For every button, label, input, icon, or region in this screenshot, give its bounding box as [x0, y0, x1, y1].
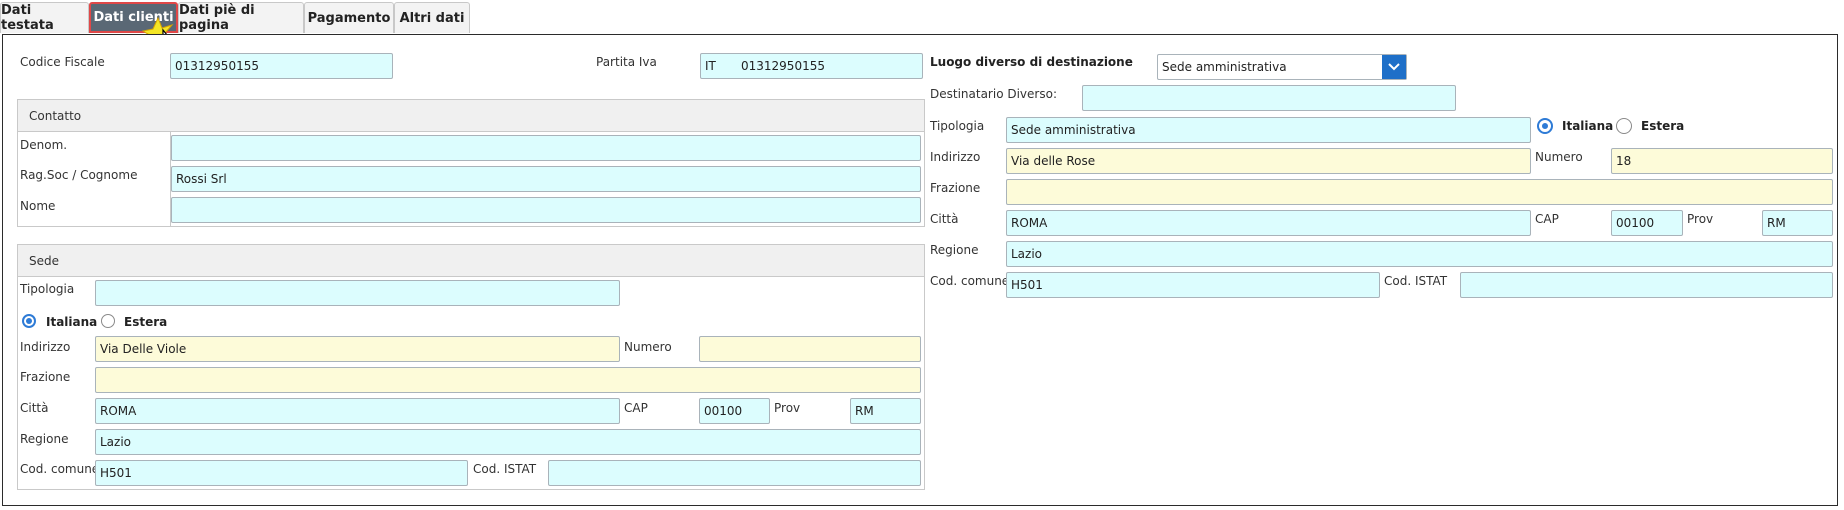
sede-cod-comune-label: Cod. comune [20, 462, 100, 476]
nome-label: Nome [20, 199, 56, 213]
sede-prov-input[interactable] [850, 398, 921, 424]
ragsoc-input[interactable] [171, 166, 921, 192]
sede-numero-label: Numero [624, 340, 672, 354]
luogo-destinazione-value: Sede amministrativa [1162, 60, 1287, 74]
dest-numero-input[interactable] [1611, 148, 1833, 174]
dest-prov-input[interactable] [1762, 210, 1833, 236]
tab-dati-testata[interactable]: Dati testata [0, 2, 89, 33]
dest-cod-istat-label: Cod. ISTAT [1384, 274, 1448, 288]
sede-frazione-label: Frazione [20, 370, 71, 384]
dest-frazione-input[interactable] [1006, 179, 1833, 205]
sede-radio-estera[interactable] [101, 314, 115, 328]
destinatario-diverso-label: Destinatario Diverso: [930, 87, 1057, 101]
sede-cod-istat-input[interactable] [548, 460, 921, 486]
sede-citta-input[interactable] [95, 398, 620, 424]
sede-cap-label: CAP [624, 401, 648, 415]
sede-cod-istat-label: Cod. ISTAT [473, 462, 537, 476]
nome-input[interactable] [171, 197, 921, 223]
dest-cod-comune-label: Cod. comune [930, 274, 1010, 288]
sede-frazione-input[interactable] [95, 367, 921, 393]
sede-tipologia-input[interactable] [95, 280, 620, 306]
sede-cap-input[interactable] [699, 398, 770, 424]
dest-radio-italiana-label: Italiana [1562, 119, 1614, 133]
destinatario-diverso-input[interactable] [1082, 85, 1456, 111]
luogo-destinazione-select[interactable]: Sede amministrativa [1157, 54, 1407, 80]
dest-tipologia-label: Tipologia [930, 119, 985, 133]
sede-indirizzo-label: Indirizzo [20, 340, 71, 354]
dest-cap-label: CAP [1535, 212, 1559, 226]
dest-regione-input[interactable] [1006, 241, 1833, 267]
denom-label: Denom. [20, 138, 68, 152]
tab-dati-pie-di-pagina[interactable]: Dati piè di pagina [178, 2, 304, 33]
dest-radio-estera-label: Estera [1641, 119, 1685, 133]
partita-iva-field[interactable]: IT 01312950155 [700, 53, 923, 79]
partita-iva-label: Partita Iva [596, 55, 657, 69]
dest-radio-estera[interactable] [1616, 118, 1632, 134]
chevron-down-icon[interactable] [1382, 55, 1406, 79]
dest-cap-input[interactable] [1611, 210, 1683, 236]
codice-fiscale-label: Codice Fiscale [20, 55, 105, 69]
tab-bar: Dati testata Dati clienti Dati piè di pa… [0, 0, 1844, 36]
partita-iva-prefix: IT [705, 59, 716, 73]
sede-prov-label: Prov [774, 401, 801, 415]
dest-indirizzo-input[interactable] [1006, 148, 1531, 174]
sede-regione-label: Regione [20, 432, 69, 446]
dest-frazione-label: Frazione [930, 181, 981, 195]
dest-radio-italiana[interactable] [1537, 118, 1553, 134]
tab-pagamento[interactable]: Pagamento [304, 2, 394, 33]
sede-tipologia-label: Tipologia [20, 282, 75, 296]
ragsoc-label: Rag.Soc / Cognome [20, 168, 138, 182]
sede-radio-estera-label: Estera [124, 315, 168, 329]
dest-tipologia-input[interactable] [1006, 117, 1531, 143]
dest-citta-label: Città [930, 212, 959, 226]
sede-title: Sede [18, 245, 924, 277]
tab-altri-dati[interactable]: Altri dati [394, 2, 470, 33]
partita-iva-value: 01312950155 [741, 59, 825, 73]
dest-cod-istat-input[interactable] [1460, 272, 1833, 298]
sede-citta-label: Città [20, 401, 49, 415]
sede-cod-comune-input[interactable] [95, 460, 468, 486]
sede-radio-italiana-label: Italiana [46, 315, 98, 329]
luogo-destinazione-label: Luogo diverso di destinazione [930, 55, 1133, 69]
dest-indirizzo-label: Indirizzo [930, 150, 981, 164]
dest-cod-comune-input[interactable] [1006, 272, 1380, 298]
sede-numero-input[interactable] [699, 336, 921, 362]
dest-numero-label: Numero [1535, 150, 1583, 164]
sede-regione-input[interactable] [95, 429, 921, 455]
contatto-title: Contatto [18, 100, 924, 132]
sede-indirizzo-input[interactable] [95, 336, 620, 362]
sede-radio-italiana[interactable] [22, 314, 36, 328]
dest-citta-input[interactable] [1006, 210, 1531, 236]
codice-fiscale-input[interactable] [170, 53, 393, 79]
dest-prov-label: Prov [1687, 212, 1714, 226]
denom-input[interactable] [171, 135, 921, 161]
dest-regione-label: Regione [930, 243, 979, 257]
